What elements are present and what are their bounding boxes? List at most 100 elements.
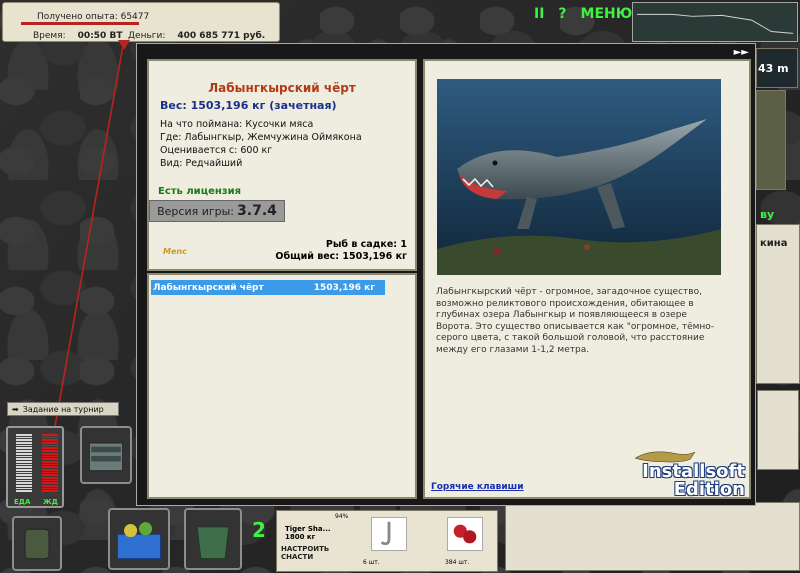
backpack-icon xyxy=(24,528,50,560)
meter-bar xyxy=(42,471,58,474)
fish-info-panel: Лабынгкырский чёрт Вес: 1503,196 кг (зач… xyxy=(147,59,417,271)
meter-bar xyxy=(42,482,58,485)
help-button[interactable]: ? xyxy=(558,6,566,22)
bait-strip: 94% Tiger Sha... 1800 кг НАСТРОИТЬ СНАСТИ … xyxy=(276,510,498,572)
keepnet-total-weight: Общий вес: 1503,196 кг xyxy=(275,251,407,262)
meter-bar xyxy=(42,479,58,482)
meter-bar xyxy=(16,479,32,482)
right-badge: ву xyxy=(760,208,775,221)
keepnet-count: Рыб в садке: 1 xyxy=(325,239,407,250)
fish-picture xyxy=(437,79,721,275)
bait-bucket-icon xyxy=(196,526,230,560)
bait-slot[interactable] xyxy=(447,517,483,551)
version-value: 3.7.4 xyxy=(237,203,277,219)
player-info-panel: Получено опыта: 65477 Время: 00:50 ВТ Ден… xyxy=(2,2,280,42)
valued-from: Оценивается с: 600 кг xyxy=(160,145,273,156)
meter-bar xyxy=(16,442,32,444)
arrow-right-icon: ➡ xyxy=(12,404,19,414)
meter-bar xyxy=(16,434,32,436)
status-meters: ЕДА ЖД xyxy=(6,426,64,508)
meter-bar xyxy=(16,458,32,460)
watermark-line-2: Edition xyxy=(673,479,745,500)
top-menu: II ? МЕНЮ xyxy=(534,4,632,24)
right-panel-fragment: кина xyxy=(760,238,788,249)
meter-bar xyxy=(42,444,58,447)
health-meter-label: ЖД xyxy=(43,498,58,506)
backpack-button[interactable] xyxy=(12,516,62,571)
meter-bar xyxy=(16,463,32,466)
meter-bar xyxy=(42,450,58,452)
tournament-task-button[interactable]: ➡ Задание на турнир xyxy=(7,402,119,416)
setup-label-2: СНАСТИ xyxy=(281,553,314,561)
experience-underline xyxy=(21,22,139,25)
meter-bar xyxy=(16,482,32,485)
meter-bar xyxy=(16,439,32,442)
meter-bar xyxy=(16,460,32,463)
hook-count: 6 шт. xyxy=(363,559,380,566)
meter-bar xyxy=(42,458,58,460)
catch-location: Где: Лабынгкыр, Жемчужина Оймякона xyxy=(160,132,362,143)
hook-icon xyxy=(380,521,391,546)
hotkeys-link[interactable]: Горячие клавиши xyxy=(431,482,524,492)
setup-tackle-button[interactable]: НАСТРОИТЬ СНАСТИ xyxy=(281,545,329,561)
bait-bucket-button[interactable] xyxy=(184,508,242,570)
experience-label: Получено опыта: 65477 xyxy=(37,12,150,22)
meter-bar xyxy=(42,487,58,490)
tackle-box-button[interactable] xyxy=(80,426,132,484)
small-logo: Menc xyxy=(163,247,187,256)
list-item[interactable]: Лабынгкырский чёрт 1503,196 кг xyxy=(151,280,385,295)
money-value: 400 685 771 руб. xyxy=(177,31,266,41)
catch-list-panel: Лабынгкырский чёрт 1503,196 кг xyxy=(147,273,417,499)
meter-bar xyxy=(16,444,32,447)
bait-count: 384 шт. xyxy=(445,559,470,566)
meat-bait-icon xyxy=(453,524,477,544)
bottom-right-panel xyxy=(505,502,800,571)
catch-info-dialog: ►► Лабынгкырский чёрт Вес: 1503,196 кг (… xyxy=(136,43,756,506)
meter-bar xyxy=(16,447,32,450)
rarity: Вид: Редчайший xyxy=(160,158,243,169)
meter-bar xyxy=(16,455,32,458)
side-panel-view xyxy=(756,90,786,190)
meter-bar xyxy=(42,485,58,487)
money-row: Деньги: 400 685 771 руб. xyxy=(128,31,265,41)
meter-bar xyxy=(16,466,32,468)
meter-bar xyxy=(16,436,32,439)
meter-bar xyxy=(42,490,58,493)
meter-bar xyxy=(16,487,32,490)
meter-bar xyxy=(42,452,58,455)
food-meter-label: ЕДА xyxy=(14,498,31,506)
fish-properties: На что поймана: Кусочки мяса Где: Лабынг… xyxy=(160,118,362,170)
lake-monster-illustration xyxy=(437,79,721,275)
license-status: Есть лицензия xyxy=(158,186,242,197)
hook-slot[interactable] xyxy=(371,517,407,551)
meter-bar xyxy=(16,477,32,479)
line-percent: 94% xyxy=(335,513,349,520)
line-name-2: 1800 кг xyxy=(285,533,316,541)
dialog-close-button[interactable]: ►► xyxy=(734,47,749,58)
meter-bar xyxy=(42,466,58,468)
game-version-badge: Версия игры: 3.7.4 xyxy=(149,200,285,222)
meter-bar xyxy=(16,450,32,452)
list-item-name: Лабынгкырский чёрт xyxy=(153,282,264,293)
meter-bar xyxy=(16,471,32,474)
installsoft-watermark: Installsoft Edition xyxy=(633,451,751,500)
side-panel-lower xyxy=(757,390,799,470)
tournament-label: Задание на турнир xyxy=(22,404,104,414)
meter-bar xyxy=(42,447,58,450)
food-basket-button[interactable] xyxy=(108,508,170,570)
fishing-line-graphic xyxy=(53,40,130,433)
line-name-1: Tiger Sha... xyxy=(285,525,331,533)
health-meter xyxy=(42,434,58,493)
list-item-weight: 1503,196 кг xyxy=(313,282,375,293)
food-basket-icon xyxy=(117,522,161,560)
fish-description: Лабынгкырский чёрт - огромное, загадочно… xyxy=(436,287,715,355)
meter-bar xyxy=(16,490,32,493)
depth-profile-graphic xyxy=(636,13,794,34)
depth-minimap[interactable] xyxy=(632,2,798,42)
meter-bar xyxy=(42,468,58,471)
caught-on: На что поймана: Кусочки мяса xyxy=(160,119,314,130)
pause-button[interactable]: II xyxy=(534,6,544,22)
meter-bar xyxy=(42,434,58,436)
menu-button[interactable]: МЕНЮ xyxy=(581,6,633,22)
setup-label-1: НАСТРОИТЬ xyxy=(281,545,330,553)
